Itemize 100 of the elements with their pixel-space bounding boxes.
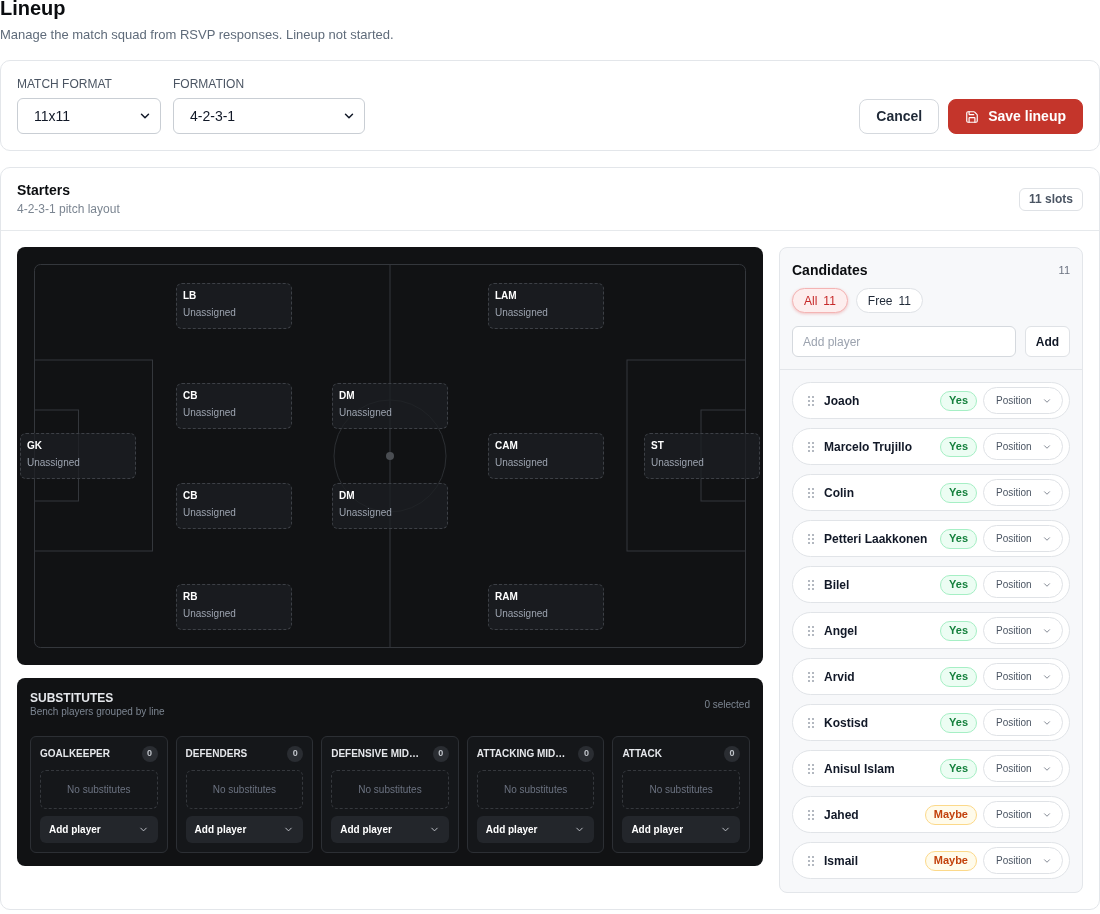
drag-handle-icon[interactable] bbox=[808, 487, 814, 498]
add-player-dropdown[interactable]: Add player bbox=[331, 816, 449, 843]
rsvp-badge: Yes bbox=[940, 482, 977, 503]
position-slot[interactable]: RB Unassigned bbox=[176, 584, 292, 630]
rsvp-badge: Yes bbox=[940, 758, 977, 779]
position-label: CB bbox=[183, 389, 198, 403]
add-button[interactable]: Add bbox=[1025, 326, 1070, 357]
add-player-dropdown[interactable]: Add player bbox=[622, 816, 740, 843]
position-dropdown[interactable]: Position bbox=[983, 433, 1063, 460]
slot-status-text: Unassigned bbox=[339, 506, 392, 520]
empty-drop-zone: No substitutes bbox=[476, 770, 595, 810]
drag-handle-icon[interactable] bbox=[808, 717, 814, 728]
position-dropdown[interactable]: Position bbox=[983, 387, 1063, 414]
position-slot[interactable]: CB Unassigned bbox=[176, 383, 292, 429]
position-dropdown[interactable]: Position bbox=[983, 525, 1063, 552]
slot-status-text: Unassigned bbox=[651, 456, 704, 470]
rsvp-badge: Yes bbox=[940, 436, 977, 457]
candidate-row[interactable]: Anisul Islam Yes Position bbox=[792, 750, 1070, 787]
player-name: Marcelo Trujillo bbox=[824, 438, 913, 456]
position-dropdown[interactable]: Position bbox=[983, 571, 1063, 598]
drag-handle-icon[interactable] bbox=[808, 625, 814, 636]
page-title: Lineup bbox=[0, 0, 66, 20]
position-label: RB bbox=[183, 590, 198, 604]
candidate-row[interactable]: Petteri Laakkonen Yes Position bbox=[792, 520, 1070, 557]
player-name: Kostisd bbox=[824, 714, 868, 732]
slot-status-text: Unassigned bbox=[339, 406, 392, 420]
position-dropdown[interactable]: Position bbox=[983, 755, 1063, 782]
player-name: Ismail bbox=[824, 852, 859, 870]
position-slot[interactable]: LAM Unassigned bbox=[488, 283, 604, 329]
drag-handle-icon[interactable] bbox=[808, 441, 814, 452]
group-count-badge: 0 bbox=[141, 746, 158, 762]
filter-chip[interactable]: Free 11 bbox=[855, 288, 923, 313]
position-slot[interactable]: RAM Unassigned bbox=[488, 584, 604, 630]
group-title: ATTACK bbox=[622, 747, 662, 761]
add-player-dropdown[interactable]: Add player bbox=[185, 816, 304, 843]
group-count-badge: 0 bbox=[724, 746, 740, 762]
drag-handle-icon[interactable] bbox=[808, 855, 814, 866]
player-name: Bilel bbox=[824, 576, 850, 594]
empty-drop-zone: No substitutes bbox=[331, 770, 449, 810]
rsvp-badge: Maybe bbox=[924, 850, 977, 871]
rsvp-badge: Yes bbox=[940, 712, 977, 733]
position-dropdown[interactable]: Position bbox=[983, 709, 1063, 736]
candidate-row[interactable]: Kostisd Yes Position bbox=[792, 704, 1070, 741]
position-dropdown[interactable]: Position bbox=[983, 847, 1063, 874]
add-player-dropdown[interactable]: Add player bbox=[476, 816, 595, 843]
group-title: GOALKEEPER bbox=[40, 747, 110, 761]
position-slot[interactable]: CB Unassigned bbox=[176, 483, 292, 529]
slot-status-text: Unassigned bbox=[183, 406, 236, 420]
position-dropdown[interactable]: Position bbox=[983, 801, 1063, 828]
candidate-row[interactable]: Joaoh Yes Position bbox=[792, 382, 1070, 419]
dropdown-select[interactable]: 11x11 bbox=[17, 98, 161, 134]
slot-status-text: Unassigned bbox=[495, 456, 548, 470]
position-label: LAM bbox=[495, 289, 517, 303]
rsvp-badge: Yes bbox=[940, 620, 977, 641]
position-slot[interactable]: ST Unassigned bbox=[644, 433, 760, 479]
candidate-row[interactable]: Angel Yes Position bbox=[792, 612, 1070, 649]
drag-handle-icon[interactable] bbox=[808, 579, 814, 590]
selected-count-text: 0 selected bbox=[704, 698, 750, 712]
player-name: Angel bbox=[824, 622, 858, 640]
dropdown-select[interactable]: 4-2-3-1 bbox=[173, 98, 365, 134]
group-title: ATTACKING MID… bbox=[476, 747, 566, 761]
panel-subtitle: Bench players grouped by line bbox=[30, 705, 165, 719]
candidate-row[interactable]: Jahed Maybe Position bbox=[792, 796, 1070, 833]
candidate-row[interactable]: Ismail Maybe Position bbox=[792, 842, 1070, 879]
position-label: DM bbox=[339, 389, 355, 403]
field-label: FORMATION bbox=[173, 77, 245, 91]
section-title: Starters bbox=[17, 181, 70, 199]
slot-status-text: Unassigned bbox=[183, 607, 236, 621]
position-dropdown[interactable]: Position bbox=[983, 479, 1063, 506]
drag-handle-icon[interactable] bbox=[808, 395, 814, 406]
add-player-dropdown[interactable]: Add player bbox=[40, 816, 158, 843]
slot-status-text: Unassigned bbox=[495, 306, 548, 320]
group-title: DEFENSIVE MID… bbox=[331, 747, 419, 761]
rsvp-badge: Yes bbox=[940, 390, 977, 411]
group-count-badge: 0 bbox=[287, 746, 304, 762]
position-dropdown[interactable]: Position bbox=[983, 663, 1063, 690]
candidate-row[interactable]: Marcelo Trujillo Yes Position bbox=[792, 428, 1070, 465]
cancel-button[interactable]: Cancel bbox=[859, 99, 940, 134]
candidate-row[interactable]: Colin Yes Position bbox=[792, 474, 1070, 511]
position-label: DM bbox=[339, 489, 355, 503]
slot-status-text: Unassigned bbox=[183, 506, 236, 520]
candidate-row[interactable]: Bilel Yes Position bbox=[792, 566, 1070, 603]
drag-handle-icon[interactable] bbox=[808, 671, 814, 682]
position-slot[interactable]: DM Unassigned bbox=[332, 483, 448, 529]
position-slot[interactable]: GK Unassigned bbox=[20, 433, 136, 479]
drag-handle-icon[interactable] bbox=[808, 809, 814, 820]
position-dropdown[interactable]: Position bbox=[983, 617, 1063, 644]
slot-status-text: Unassigned bbox=[27, 456, 80, 470]
filter-chip[interactable]: All 11 bbox=[792, 288, 848, 313]
position-slot[interactable]: DM Unassigned bbox=[332, 383, 448, 429]
position-slot[interactable]: CAM Unassigned bbox=[488, 433, 604, 479]
drag-handle-icon[interactable] bbox=[808, 533, 814, 544]
drag-handle-icon[interactable] bbox=[808, 763, 814, 774]
candidate-row[interactable]: Arvid Yes Position bbox=[792, 658, 1070, 695]
position-slot[interactable]: LB Unassigned bbox=[176, 283, 292, 329]
save-button[interactable]: Save lineup bbox=[948, 99, 1083, 134]
group-count-badge: 0 bbox=[432, 746, 449, 762]
group-count-badge: 0 bbox=[578, 746, 595, 762]
add-player-input[interactable]: Add player bbox=[792, 326, 1016, 357]
position-label: GK bbox=[27, 439, 42, 453]
